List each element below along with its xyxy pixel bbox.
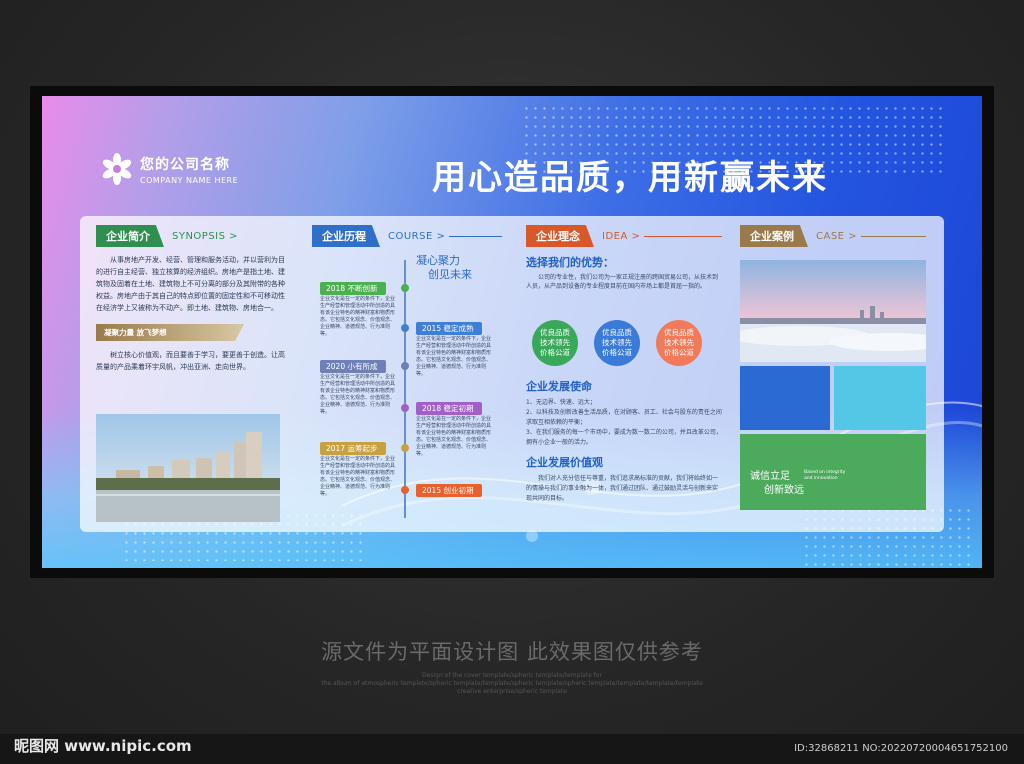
synopsis-subtitle: 凝聚力量 放飞梦想 bbox=[96, 324, 244, 341]
city-photo bbox=[96, 414, 280, 522]
image-id: ID:32868211 NO:20220720004651752100 bbox=[794, 743, 1008, 754]
bubble-line: 价格公道 bbox=[540, 348, 570, 357]
synopsis-en: SYNOPSIS > bbox=[172, 230, 239, 242]
values-text: 我们对人充分信任与尊重，我们追求高标准的贡献，我们将始终如一的情操与我们的事业融… bbox=[526, 475, 719, 502]
idea-section: 企业理念 IDEA > 选择我们的优势： 公司的专业性，我们公司为一家正规注册的… bbox=[526, 225, 722, 502]
company-name-en: COMPANY NAME HERE bbox=[140, 175, 239, 185]
values-title: 企业发展价值观 bbox=[526, 456, 603, 469]
bubble-line: 价格公道 bbox=[664, 348, 694, 357]
timeline-dot bbox=[401, 444, 409, 452]
synopsis-paragraph: 从事房地产开发、经营、管理和服务活动，并以营利为目的进行自主经营、独立核算的经济… bbox=[96, 256, 285, 312]
milestone-label: 2018 不断创新 bbox=[320, 282, 386, 295]
mission-item: 2、以科技及创新改善生活品质，在对顾客、员工、社会与股东的责任之间求取互相依赖的… bbox=[526, 409, 722, 426]
milestone-text: 企业文化是在一定的条件下，企业生产经营和管理活动中所创造的具有该企业特色的精神财… bbox=[320, 456, 396, 497]
timeline-dot bbox=[401, 362, 409, 370]
advantage-bubble: 优良品质 技术领先 价格公道 bbox=[656, 320, 702, 366]
idea-divider bbox=[644, 235, 722, 237]
case-tile-en-2: and innovation bbox=[804, 476, 838, 481]
case-tile-blue bbox=[740, 366, 830, 430]
advantage-bubble: 优良品质 技术领先 价格公道 bbox=[594, 320, 640, 366]
milestone-text: 企业文化是在一定的条件下，企业生产经营和管理活动中所创造的具有该企业特色的精神财… bbox=[320, 374, 396, 415]
timeline-dot bbox=[401, 324, 409, 332]
case-tile-green: 诚信立足 创新致远 Based on integrity and innovat… bbox=[740, 434, 926, 510]
milestone-text: 企业文化是在一定的条件下，企业生产经营和管理活动中所创造的具有该企业特色的精神财… bbox=[416, 336, 492, 377]
case-tile-cyan bbox=[834, 366, 926, 430]
company-name: 您的公司名称 bbox=[140, 156, 230, 173]
course-motto-2: 创见未来 bbox=[428, 268, 472, 281]
milestone-label: 2017 运筹起步 bbox=[320, 442, 386, 455]
bubble-line: 价格公道 bbox=[602, 348, 632, 357]
bubble-line: 优良品质 bbox=[602, 328, 632, 337]
slogan: 用心造品质，用新赢未来 bbox=[432, 158, 828, 198]
advantage-title: 选择我们的优势： bbox=[526, 256, 614, 269]
case-tile-text-1: 诚信立足 bbox=[750, 471, 790, 482]
milestone-label: 2020 小有所成 bbox=[320, 360, 386, 373]
content-panel: 企业简介 SYNOPSIS > 从事房地产开发、经营、管理和服务活动，并以营利为… bbox=[80, 216, 944, 532]
mission-item: 1、无边界、快速、远大； bbox=[526, 399, 596, 406]
course-divider bbox=[449, 235, 502, 237]
case-tile-text-2: 创新致远 bbox=[764, 485, 804, 496]
mission-item: 3、在我们服务的每一个市场中，要成为数一数二的公司，并且改革公司，拥有小企业一般… bbox=[526, 429, 722, 446]
case-divider bbox=[861, 235, 926, 237]
advantage-text: 公司的专业性，我们公司为一家正规注册的跨国贸易公司，从技术到人员，从产品到设备的… bbox=[526, 274, 719, 290]
milestone-label: 2015 稳定成熟 bbox=[416, 322, 482, 335]
harbor-photo bbox=[740, 260, 926, 362]
site-watermark: 昵图网 www.nipic.com bbox=[14, 737, 192, 755]
synopsis-paragraph-2: 树立核心价值观，而且要善于学习，要更善于创造。让高质量的产品乘着环宇风帆，冲出亚… bbox=[96, 351, 285, 371]
mission-title: 企业发展使命 bbox=[526, 380, 592, 393]
bubble-line: 优良品质 bbox=[664, 328, 694, 337]
course-motto-1: 凝心聚力 bbox=[416, 254, 460, 267]
timeline-dot bbox=[401, 404, 409, 412]
milestone-label: 2015 创业初期 bbox=[416, 484, 482, 497]
idea-title: 企业理念 bbox=[526, 225, 594, 247]
case-title: 企业案例 bbox=[740, 225, 808, 247]
company-logo: 您的公司名称 COMPANY NAME HERE bbox=[100, 152, 238, 186]
bubble-line: 技术领先 bbox=[664, 338, 694, 347]
bubble-line: 优良品质 bbox=[540, 328, 570, 337]
preview-caption-en: Design of the cover template/spheric tem… bbox=[0, 672, 1024, 696]
synopsis-title: 企业简介 bbox=[96, 225, 164, 247]
preview-caption: 源文件为平面设计图 此效果图仅供参考 bbox=[321, 640, 703, 664]
advantage-bubble: 优良品质 技术领先 价格公道 bbox=[532, 320, 578, 366]
timeline-line bbox=[404, 260, 406, 518]
idea-en: IDEA > bbox=[602, 230, 641, 242]
bubble-line: 技术领先 bbox=[540, 338, 570, 347]
course-title: 企业历程 bbox=[312, 225, 380, 247]
caption-en-line: creative enterprise/spheric template bbox=[457, 688, 567, 695]
flower-logo-icon bbox=[100, 152, 134, 186]
case-en: CASE > bbox=[816, 230, 858, 242]
course-section: 企业历程 COURSE > 凝心聚力 创见未来 2018 不断创新 企业文化是在… bbox=[312, 225, 502, 518]
milestone-text: 企业文化是在一定的条件下，企业生产经营和管理活动中所创造的具有该企业特色的精神财… bbox=[320, 296, 396, 337]
bubble-line: 技术领先 bbox=[602, 338, 632, 347]
course-en: COURSE > bbox=[388, 230, 446, 242]
milestone-text: 企业文化是在一定的条件下，企业生产经营和管理活动中所创造的具有该企业特色的精神财… bbox=[416, 416, 492, 457]
caption-en-line: Design of the cover template/spheric tem… bbox=[422, 672, 602, 679]
caption-en-line: the album of atmospheric template/spheri… bbox=[321, 680, 703, 687]
synopsis-section: 企业简介 SYNOPSIS > 从事房地产开发、经营、管理和服务活动，并以营利为… bbox=[96, 225, 286, 522]
case-section: 企业案例 CASE > 诚信立足 创新致远 Based on integrity… bbox=[740, 225, 926, 510]
timeline-dot bbox=[401, 284, 409, 292]
timeline-dot bbox=[401, 486, 409, 494]
milestone-label: 2018 稳定初期 bbox=[416, 402, 482, 415]
